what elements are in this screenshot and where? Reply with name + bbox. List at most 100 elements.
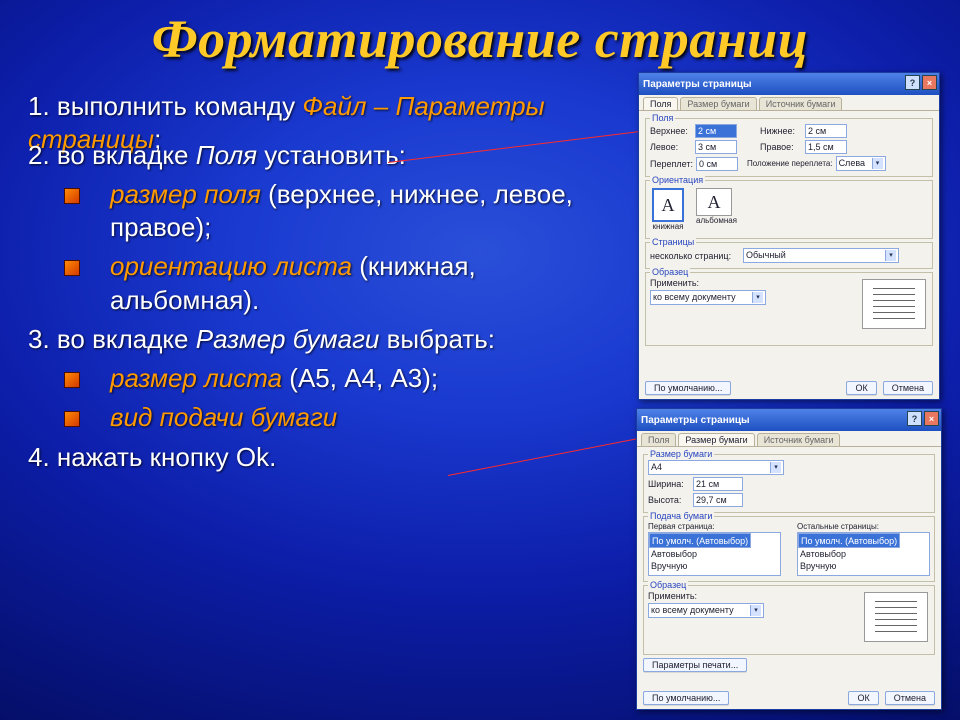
list-item[interactable]: Вручную	[798, 560, 929, 572]
group-paper-feed: Подача бумаги Первая страница: По умолч.…	[643, 516, 935, 582]
ok-button[interactable]: ОК	[848, 691, 878, 705]
print-options-button[interactable]: Параметры печати...	[643, 658, 747, 672]
orientation-portrait[interactable]: A	[652, 188, 684, 222]
label-other-pages: Остальные страницы:	[797, 522, 930, 531]
chevron-down-icon: ▾	[885, 250, 896, 261]
label-portrait: книжная	[652, 222, 684, 231]
select-apply[interactable]: ко всему документу ▾	[650, 290, 766, 305]
list-item[interactable]: Автовыбор	[649, 548, 780, 560]
select-multipage[interactable]: Обычный ▾	[743, 248, 899, 263]
bullet-margin-size: размер поля (верхнее, нижнее, левое, пра…	[28, 178, 628, 245]
sample-preview	[862, 279, 926, 329]
dialog-pane: Поля Верхнее: 2 см Нижнее: 2 см Левое: 3…	[639, 111, 939, 353]
step-2-pre: 2. во вкладке	[28, 140, 196, 170]
label-bottom: Нижнее:	[760, 126, 802, 136]
select-value: Слева	[839, 157, 865, 170]
select-paper-size[interactable]: A4▾	[648, 460, 784, 475]
group-title: Образец	[650, 267, 690, 277]
tab-paper-size[interactable]: Размер бумаги	[678, 433, 754, 446]
group-title: Страницы	[650, 237, 696, 247]
bullet-1-em: размер поля	[110, 179, 261, 209]
list-item[interactable]: По умолч. (Автовыбор)	[649, 533, 751, 548]
step-2-end: установить:	[257, 140, 406, 170]
bullet-icon	[64, 188, 80, 204]
list-item[interactable]: Автовыбор	[798, 548, 929, 560]
bullet-3-rest: (А5, А4, А3);	[282, 363, 438, 393]
step-3-tab: Размер бумаги	[196, 324, 380, 354]
window-buttons: ? ×	[907, 411, 939, 426]
page-setup-dialog-margins: Параметры страницы ? × Поля Размер бумаг…	[638, 72, 940, 400]
help-icon[interactable]: ?	[905, 75, 920, 90]
input-bottom[interactable]: 2 см	[805, 124, 847, 138]
input-left[interactable]: 3 см	[695, 140, 737, 154]
bullet-paper-feed: вид подачи бумаги	[28, 401, 628, 434]
listbox-other-pages[interactable]: По умолч. (Автовыбор) Автовыбор Вручную	[797, 532, 930, 576]
step-3-end: выбрать:	[379, 324, 495, 354]
dialog-title: Параметры страницы	[641, 415, 750, 426]
orientation-landscape[interactable]: A	[696, 188, 732, 216]
label-landscape: альбомная	[696, 216, 737, 225]
input-gutter[interactable]: 0 см	[696, 157, 738, 171]
label-height: Высота:	[648, 495, 690, 505]
input-top[interactable]: 2 см	[695, 124, 737, 138]
close-icon[interactable]: ×	[924, 411, 939, 426]
group-orientation: Ориентация A книжная A альбомная	[645, 180, 933, 239]
bullet-icon	[64, 260, 80, 276]
select-value: ко всему документу	[651, 604, 734, 617]
tab-margins[interactable]: Поля	[643, 97, 678, 110]
label-right: Правое:	[760, 142, 802, 152]
input-height[interactable]: 29,7 см	[693, 493, 743, 507]
label-first-page: Первая страница:	[648, 522, 781, 531]
select-gutter-pos[interactable]: Слева▾	[836, 156, 886, 171]
bullet-3-em: размер листа	[110, 363, 282, 393]
label-multipage: несколько страниц:	[650, 251, 740, 261]
listbox-first-page[interactable]: По умолч. (Автовыбор) Автовыбор Вручную	[648, 532, 781, 576]
ok-button[interactable]: ОК	[846, 381, 876, 395]
tab-margins[interactable]: Поля	[641, 433, 676, 446]
default-button[interactable]: По умолчанию...	[645, 381, 731, 395]
input-width[interactable]: 21 см	[693, 477, 743, 491]
cancel-button[interactable]: Отмена	[885, 691, 935, 705]
cancel-button[interactable]: Отмена	[883, 381, 933, 395]
group-paper-size: Размер бумаги A4▾ Ширина: 21 см Высота: …	[643, 454, 935, 513]
label-gutter-pos: Положение переплета:	[747, 159, 833, 168]
page-setup-dialog-paper: Параметры страницы ? × Поля Размер бумаг…	[636, 408, 942, 710]
input-right[interactable]: 1,5 см	[805, 140, 847, 154]
label-gutter: Переплет:	[650, 159, 693, 169]
group-title: Подача бумаги	[648, 511, 714, 521]
chevron-down-icon: ▾	[750, 605, 761, 616]
slide-body: 1. выполнить команду Файл – Параметры ст…	[28, 90, 628, 474]
select-value: ко всему документу	[653, 291, 736, 304]
tab-paper-source[interactable]: Источник бумаги	[757, 433, 841, 446]
group-sample: Образец Применить: ко всему документу▾	[643, 585, 935, 655]
step-2-tab: Поля	[196, 140, 257, 170]
select-value: A4	[651, 461, 662, 474]
label-apply: Применить:	[648, 591, 702, 601]
step-3-pre: 3. во вкладке	[28, 324, 196, 354]
dialog-title: Параметры страницы	[643, 79, 752, 90]
default-button[interactable]: По умолчанию...	[643, 691, 729, 705]
chevron-down-icon: ▾	[752, 292, 763, 303]
help-icon[interactable]: ?	[907, 411, 922, 426]
group-pages: Страницы несколько страниц: Обычный▾	[645, 242, 933, 269]
select-value: Обычный	[746, 249, 786, 262]
dialog-pane: Размер бумаги A4▾ Ширина: 21 см Высота: …	[637, 447, 941, 678]
label-top: Верхнее:	[650, 126, 692, 136]
dialog-tabs: Поля Размер бумаги Источник бумаги	[639, 95, 939, 111]
tab-paper-source[interactable]: Источник бумаги	[759, 97, 843, 110]
bullet-icon	[64, 372, 80, 388]
list-item[interactable]: Вручную	[649, 560, 780, 572]
group-title: Поля	[650, 113, 675, 123]
dialog-buttons: ОК Отмена	[846, 381, 933, 395]
bullet-4-em: вид подачи бумаги	[110, 402, 337, 432]
bullet-2-em: ориентацию листа	[110, 251, 352, 281]
label-apply: Применить:	[650, 278, 704, 288]
label-width: Ширина:	[648, 479, 690, 489]
group-title: Образец	[648, 580, 688, 590]
tab-paper-size[interactable]: Размер бумаги	[680, 97, 756, 110]
list-item[interactable]: По умолч. (Автовыбор)	[798, 533, 900, 548]
group-sample: Образец Применить: ко всему документу▾	[645, 272, 933, 346]
close-icon[interactable]: ×	[922, 75, 937, 90]
select-apply[interactable]: ко всему документу ▾	[648, 603, 764, 618]
label-left: Левое:	[650, 142, 692, 152]
